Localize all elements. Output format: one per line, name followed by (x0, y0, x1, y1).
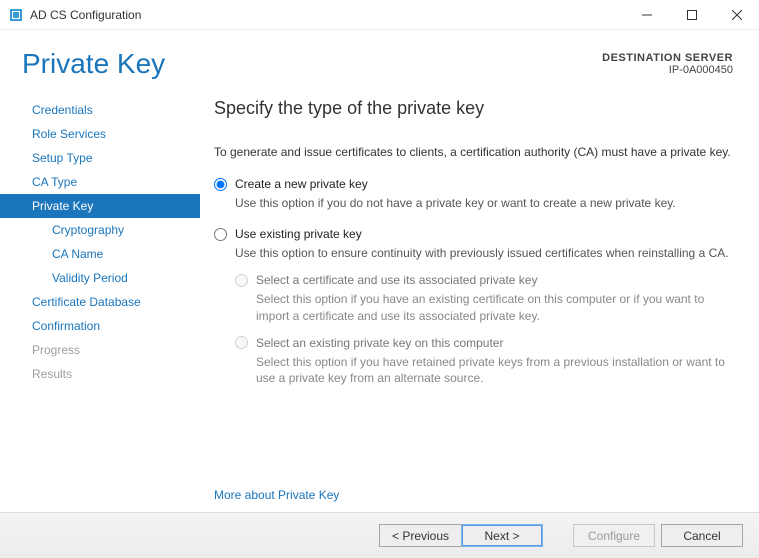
radio-select-cert-label: Select a certificate and use its associa… (256, 273, 537, 287)
radio-create-new-desc: Use this option if you do not have a pri… (235, 195, 733, 211)
minimize-button[interactable] (624, 0, 669, 30)
radio-use-existing-desc: Use this option to ensure continuity wit… (235, 245, 733, 261)
sidebar-step-setup-type[interactable]: Setup Type (0, 146, 200, 170)
radio-create-new-label: Create a new private key (235, 177, 368, 191)
next-button[interactable]: Next > (461, 524, 543, 547)
radio-select-key[interactable]: Select an existing private key on this c… (235, 334, 733, 352)
sub-option-select-cert: Select a certificate and use its associa… (235, 271, 733, 323)
titlebar: AD CS Configuration (0, 0, 759, 30)
option-use-existing: Use existing private key Use this option… (214, 225, 733, 386)
radio-select-key-input[interactable] (235, 336, 248, 349)
sidebar-step-role-services[interactable]: Role Services (0, 122, 200, 146)
sidebar-step-progress: Progress (0, 338, 200, 362)
radio-create-new-input[interactable] (214, 178, 227, 191)
previous-button[interactable]: < Previous (379, 524, 461, 547)
window-controls (624, 0, 759, 30)
sidebar-step-ca-type[interactable]: CA Type (0, 170, 200, 194)
radio-use-existing[interactable]: Use existing private key (214, 225, 733, 243)
close-button[interactable] (714, 0, 759, 30)
sidebar-step-private-key[interactable]: Private Key (0, 194, 200, 218)
radio-select-cert[interactable]: Select a certificate and use its associa… (235, 271, 733, 289)
sidebar-step-results: Results (0, 362, 200, 386)
sidebar-step-certificate-database[interactable]: Certificate Database (0, 290, 200, 314)
option-create-new: Create a new private key Use this option… (214, 175, 733, 211)
page-title: Private Key (22, 48, 165, 80)
radio-select-cert-desc: Select this option if you have an existi… (256, 291, 733, 323)
sidebar: CredentialsRole ServicesSetup TypeCA Typ… (0, 90, 200, 512)
header: Private Key DESTINATION SERVER IP-0A0004… (0, 30, 759, 90)
radio-use-existing-input[interactable] (214, 228, 227, 241)
footer: < Previous Next > Configure Cancel (0, 512, 759, 558)
app-icon (8, 7, 24, 23)
radio-select-key-label: Select an existing private key on this c… (256, 336, 503, 350)
radio-select-key-desc: Select this option if you have retained … (256, 354, 733, 386)
cancel-button[interactable]: Cancel (661, 524, 743, 547)
configure-button[interactable]: Configure (573, 524, 655, 547)
destination-value: IP-0A000450 (602, 64, 733, 76)
maximize-button[interactable] (669, 0, 714, 30)
sidebar-step-confirmation[interactable]: Confirmation (0, 314, 200, 338)
sidebar-step-validity-period[interactable]: Validity Period (0, 266, 200, 290)
destination-label: DESTINATION SERVER (602, 52, 733, 64)
sidebar-step-ca-name[interactable]: CA Name (0, 242, 200, 266)
radio-select-cert-input[interactable] (235, 274, 248, 287)
destination-server: DESTINATION SERVER IP-0A000450 (602, 48, 733, 80)
radio-use-existing-label: Use existing private key (235, 227, 362, 241)
window-title: AD CS Configuration (30, 8, 624, 22)
radio-create-new[interactable]: Create a new private key (214, 175, 733, 193)
main-panel: Specify the type of the private key To g… (200, 90, 759, 512)
main-heading: Specify the type of the private key (214, 98, 733, 119)
more-about-link[interactable]: More about Private Key (214, 468, 733, 502)
sidebar-step-cryptography[interactable]: Cryptography (0, 218, 200, 242)
sub-option-select-key: Select an existing private key on this c… (235, 334, 733, 386)
sidebar-step-credentials[interactable]: Credentials (0, 98, 200, 122)
body: CredentialsRole ServicesSetup TypeCA Typ… (0, 90, 759, 512)
intro-text: To generate and issue certificates to cl… (214, 145, 733, 159)
